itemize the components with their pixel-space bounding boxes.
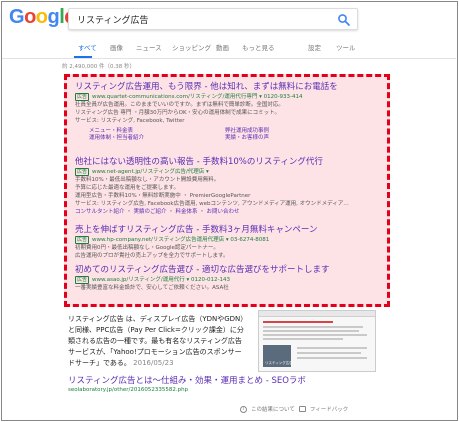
ad-sitelinks: メニュー・料金表 弊社運用成功事例 運用体制・担当者紹介 実績・お客様の声 [75,125,385,141]
ad-url[interactable]: www.hp-company.net/リスティング広告運用代理店 ▾ 03-62… [92,236,269,244]
ad-description-line: サービス: リスティング広告, Facebook広告運用, webコンテンツ, … [75,201,349,207]
thumbnail-text-line [297,357,367,359]
organic-result-url[interactable]: seolaboratory.jp/other/2016052335582.php [68,387,188,393]
search-icon[interactable] [337,13,351,27]
ad-title[interactable]: 他社にはない透明性の高い報告 - 手数料10%のリスティング代行 [75,157,385,168]
ad-badge: 広告 [75,276,90,284]
ad-description-line: 初期費用0円・最低出稿額なし・Google認定パートナー。 [75,245,219,251]
thumbnail-text-line [263,330,359,332]
header-divider [2,58,456,59]
ad-description-line: 広告運用のプロが貴社の売上アップを全力でサポートします。 [75,253,229,259]
google-logo[interactable]: Google [9,6,75,29]
tab-images[interactable]: 画像 [110,42,123,52]
ad-result-1: リスティング広告運用、もう限界 - 他は知れ、まずは無料にお電話を 広告 www… [75,82,385,141]
thumbnail-text-line [297,347,367,349]
snippet-footer: i この結果について フィードバック [240,405,348,413]
about-this-result-link[interactable]: この結果について [251,405,295,413]
tab-all[interactable]: すべて [78,42,97,52]
logo-letter: g [47,6,60,28]
ad-title[interactable]: 売上を伸ばすリスティング広告 - 手数料3ヶ月無料キャンペーン [75,225,385,236]
ad-title[interactable]: 初めてのリスティング広告選び - 適切な広告選びをサポートします [75,265,385,276]
ad-url-line: 広告 www.net-agent.jp/リスティング広告/代理店 ▾ [75,168,385,176]
ad-badge: 広告 [75,236,90,244]
search-tabs: すべて 画像 ニュース ショッピング 動画 もっと見る 設定 ツール [78,42,378,56]
logo-letter: G [9,6,25,28]
ad-inline-links[interactable]: コンサルタント紹介 ・ 実績のご紹介 ・ 料金体系 ・ お問い合わせ [75,208,385,216]
ad-result-4: 初めてのリスティング広告選び - 適切な広告選びをサポートします 広告 www.… [75,265,385,292]
ad-url-line: 広告 www.quartet-communications.com/リスティング… [75,93,385,101]
ad-description-line: 社員全員が広告運用。このままでいいのですか。まずは無料で簡単診断。全国対応。 [75,102,284,108]
thumbnail-text-line [263,334,367,336]
thumbnail-text-line [297,352,361,354]
logo-letter: o [24,6,36,28]
thumbnail-text-line [263,338,343,340]
tab-tools[interactable]: ツール [336,42,356,52]
thumbnail-text-line [263,326,363,328]
ad-url[interactable]: www.quartet-communications.com/リスティング/運用… [92,93,303,101]
tab-videos[interactable]: 動画 [216,42,229,52]
snippet-date: 2016/05/23 [133,359,174,367]
ad-sitelink[interactable]: 実績・お客様の声 [225,133,269,141]
ad-url[interactable]: www.net-agent.jp/リスティング広告/代理店 ▾ [92,168,209,176]
ad-description-line: 予算に応じた最適な運用をご提案します。 [75,185,179,191]
result-count: 約 2,490,000 件（0.38 秒） [62,64,135,70]
ad-badge: 広告 [75,93,90,101]
ad-sitelink[interactable]: 運用体制・担当者紹介 [89,133,144,141]
tab-news[interactable]: ニュース [136,42,162,52]
ad-result-3: 売上を伸ばすリスティング広告 - 手数料3ヶ月無料キャンペーン 広告 www.h… [75,225,385,260]
ad-description-line: 運用型広告・手数料10%・無料診断実施中 ・ PremierGooglePart… [75,193,251,199]
ad-result-2: 他社にはない透明性の高い報告 - 手数料10%のリスティング代行 広告 www.… [75,157,385,216]
thumbnail-browser-bar [259,311,375,317]
search-input[interactable]: リスティング広告 [77,13,148,26]
feedback-link[interactable]: フィードバック [310,405,348,413]
ad-url-line: 広告 www.asao.jp/リスティング/運用代行 ▾ 0120-012-14… [75,276,385,284]
ad-description-line: 一番実績豊富な料金設計で、安心してご依頼ください。ASA社 [75,285,229,291]
ad-description-line: 手数料10%・最低出稿額なし・アカウント開設費用無料。 [75,177,220,183]
tab-settings[interactable]: 設定 [308,42,321,52]
thumbnail-image-label: リスティング広告 [265,361,293,365]
ad-badge: 広告 [75,168,90,176]
info-icon: i [240,405,247,413]
ad-url-line: 広告 www.hp-company.net/リスティング広告運用代理店 ▾ 03… [75,236,385,244]
tab-more[interactable]: もっと見る [242,42,275,52]
snippet-thumbnail[interactable]: リスティング広告 [258,310,376,372]
thumbnail-heading-line [263,321,333,323]
logo-letter: o [35,6,48,28]
ad-description-line: サービス: リスティング, Facebook, Twitter [75,118,185,124]
tab-shopping[interactable]: ショッピング [172,42,211,52]
thumbnail-image: リスティング広告 [263,345,293,367]
ad-title[interactable]: リスティング広告運用、もう限界 - 他は知れ、まずは無料にお電話を [75,82,385,93]
feedback-icon [298,406,306,412]
ads-highlight-box: リスティング広告運用、もう限界 - 他は知れ、まずは無料にお電話を 広告 www… [64,74,390,307]
featured-snippet-text: リスティング広告 は、ディスプレイ広告（YDNやGDN）と同様、PPC広告（Pa… [68,314,248,369]
ad-url[interactable]: www.asao.jp/リスティング/運用代行 ▾ 0120-012-143 [92,276,230,284]
organic-result-title[interactable]: リスティング広告とは～仕組み・効果・運用まとめ - SEOラボ [68,374,306,386]
search-box[interactable]: リスティング広告 [68,8,358,30]
ad-description-line: リスティング広告 専門 ・月額30万円からOK・安心の運用体制で成果にコミット。 [75,110,280,116]
